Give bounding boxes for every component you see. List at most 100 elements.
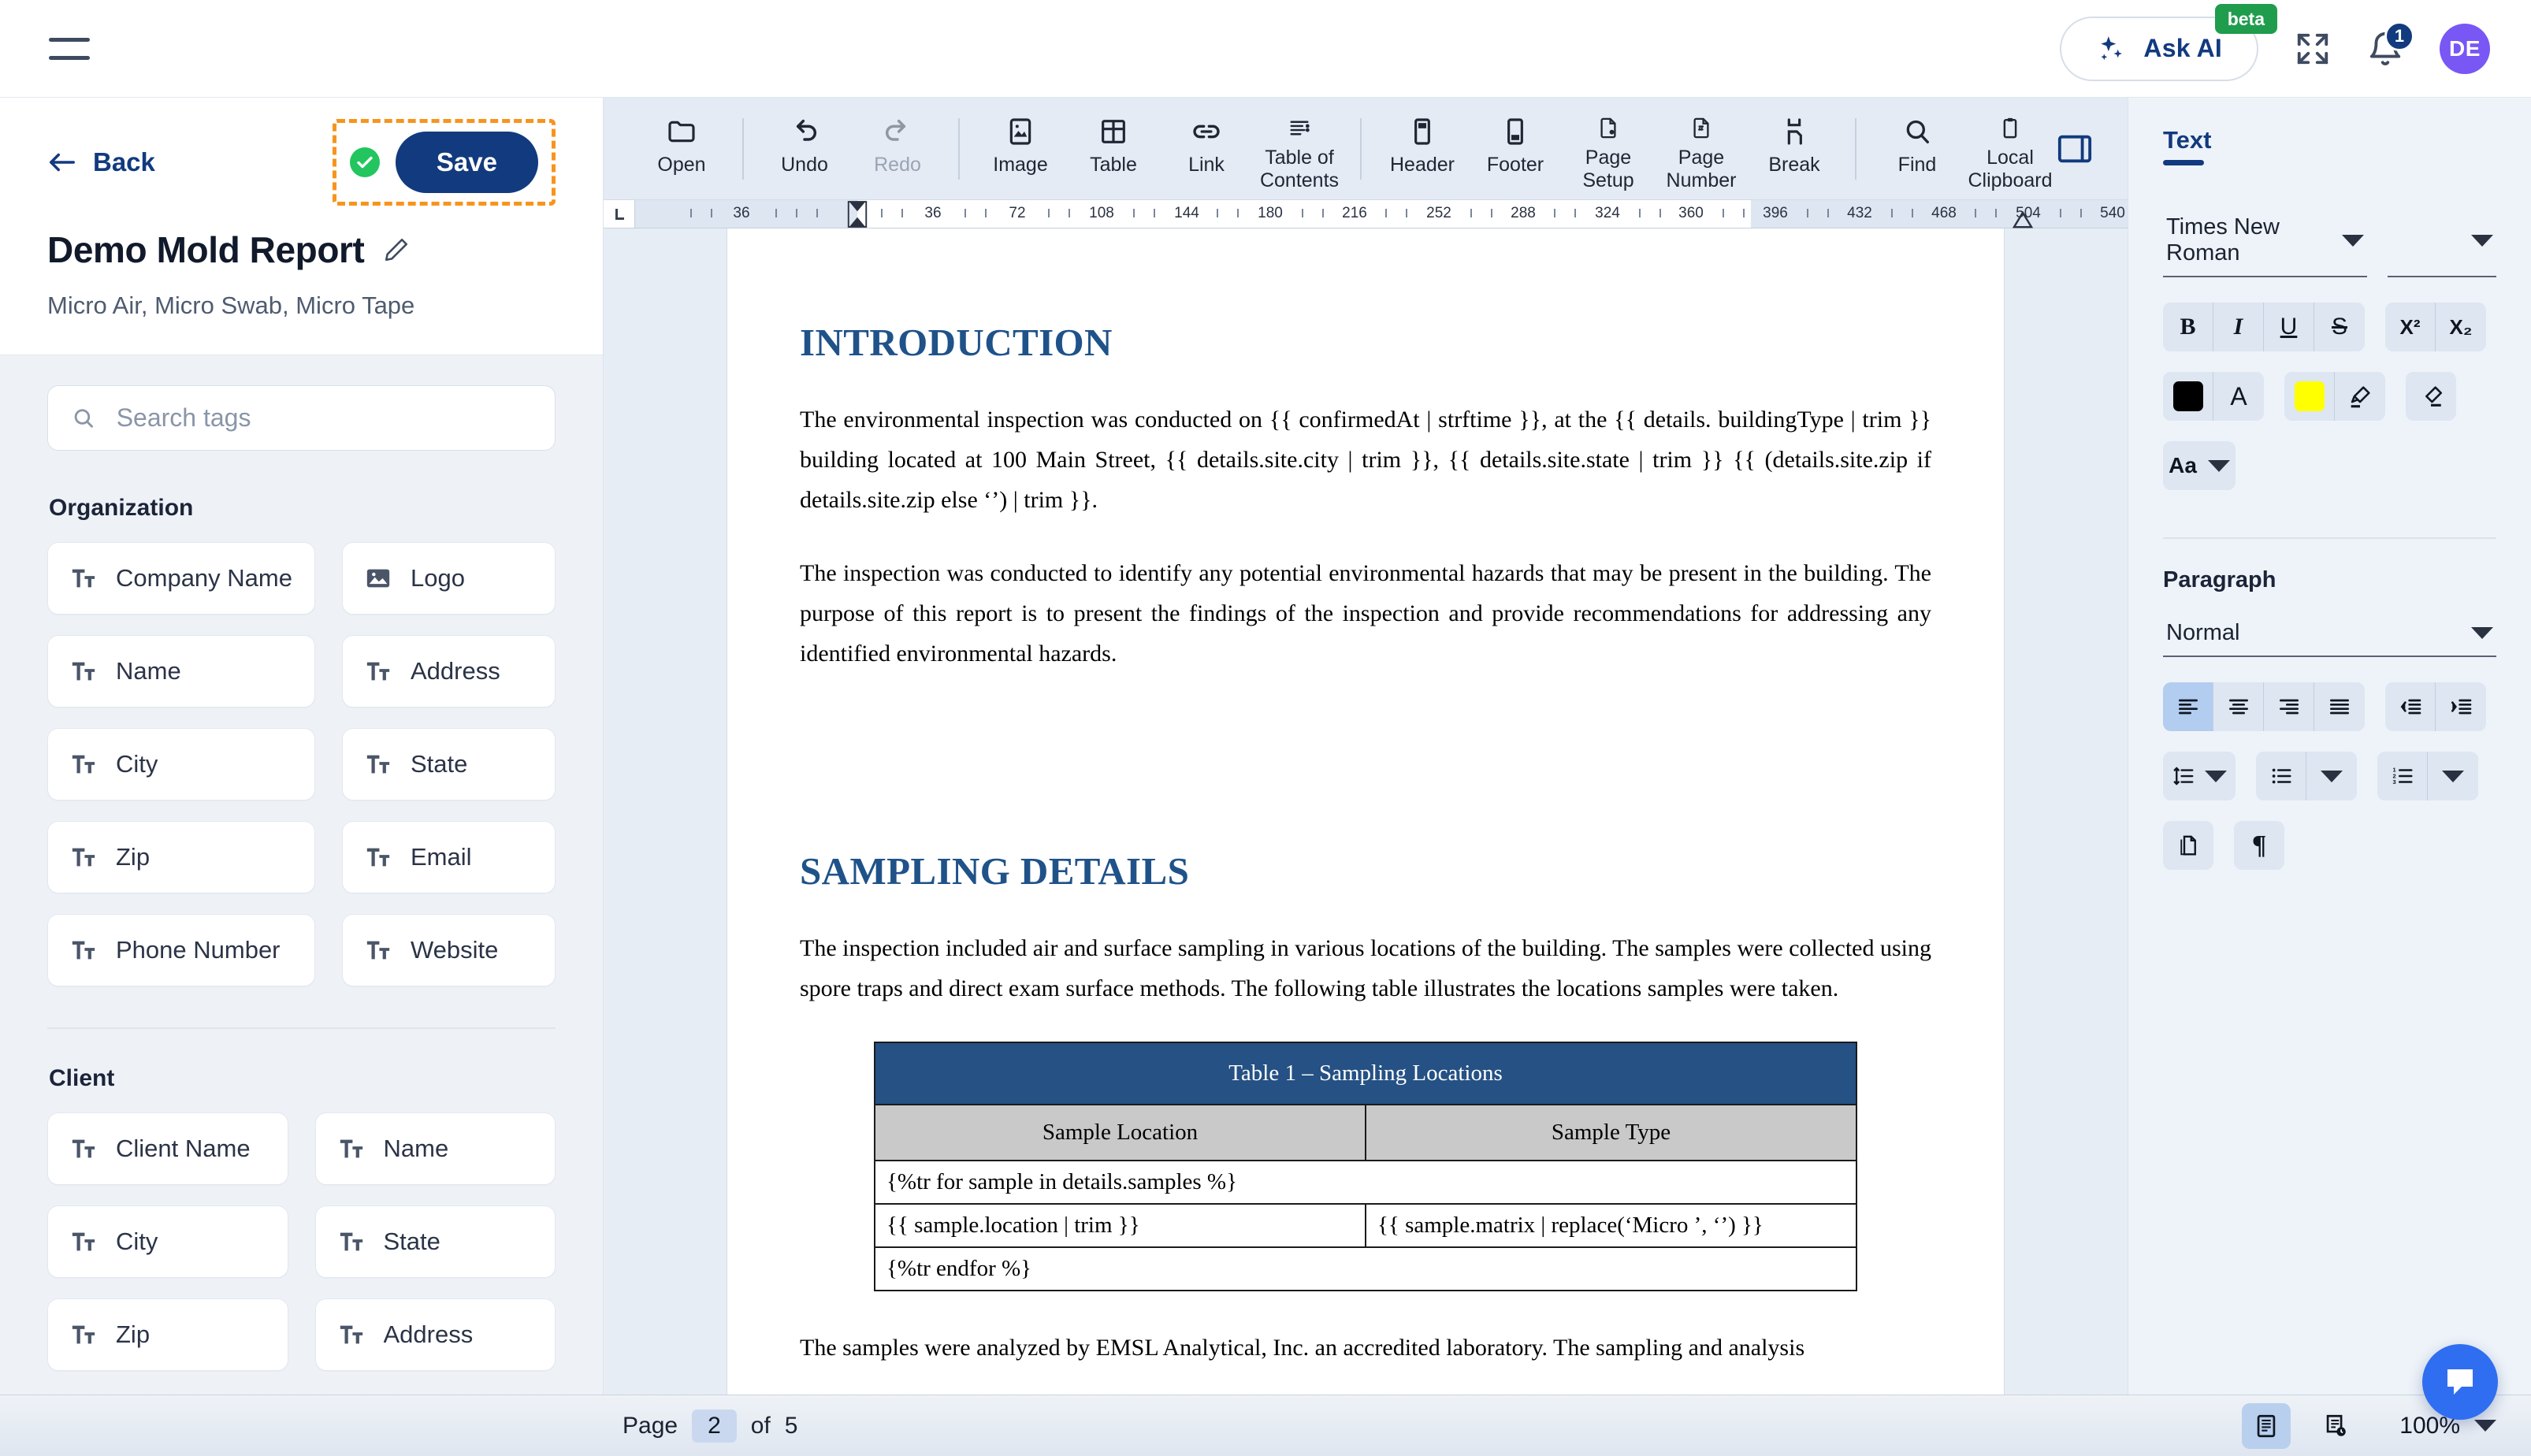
font-size-select[interactable] — [2387, 210, 2496, 277]
toolbar-page-number[interactable]: Page Number — [1655, 105, 1748, 193]
doc-paragraph: The inspection included air and surface … — [800, 935, 1931, 1001]
avatar[interactable]: DE — [2440, 23, 2490, 74]
tag-client-zip[interactable]: Zip — [47, 1298, 288, 1371]
toolbar-break[interactable]: Break — [1748, 105, 1841, 193]
bullet-list-options-button[interactable] — [2306, 752, 2357, 800]
pencil-icon[interactable] — [383, 236, 410, 263]
tag-client-contact-name[interactable]: Name — [314, 1112, 556, 1185]
save-button[interactable]: Save — [395, 132, 538, 193]
app-root: Ask AI beta 1 DE Back Save Demo Mold Rep… — [0, 0, 2531, 1456]
tag-label: Email — [410, 843, 472, 871]
toolbar-redo[interactable]: Redo — [851, 105, 944, 193]
ruler-origin-marker[interactable] — [604, 200, 635, 228]
subscript-button[interactable]: X₂ — [2436, 303, 2486, 351]
tag-label: Name — [383, 1135, 449, 1162]
toolbar-undo[interactable]: Undo — [758, 105, 851, 193]
align-left-button[interactable] — [2163, 682, 2213, 731]
back-button[interactable]: Back — [47, 147, 155, 177]
tag-company-name[interactable]: Company Name — [47, 542, 315, 615]
hamburger-icon[interactable] — [49, 33, 90, 65]
doc-table-sampling-locations[interactable]: Table 1 – Sampling Locations Sample Loca… — [874, 1042, 1857, 1291]
notifications-button[interactable]: 1 — [2367, 20, 2414, 67]
tag-city[interactable]: City — [47, 728, 315, 800]
doc-paragraph: The inspection was conducted to identify… — [800, 560, 1931, 667]
left-indent-marker[interactable] — [846, 200, 869, 228]
tag-zip[interactable]: Zip — [47, 821, 315, 893]
tag-logo[interactable]: Logo — [341, 542, 556, 615]
alignment-group — [2163, 682, 2365, 731]
page-view-button[interactable] — [2242, 1402, 2291, 1449]
tag-client-name[interactable]: Client Name — [47, 1112, 288, 1185]
font-family-select[interactable]: Times New Roman — [2163, 210, 2367, 277]
right-panel-toggle-icon[interactable] — [2057, 133, 2093, 165]
toolbar-page-setup[interactable]: Page Setup — [1562, 105, 1655, 193]
tab-text[interactable]: Text — [2163, 126, 2211, 165]
strikethrough-button[interactable]: S — [2314, 303, 2365, 351]
numbered-list-button[interactable]: 123 — [2377, 752, 2428, 800]
paragraph-style-select[interactable]: Normal — [2163, 615, 2496, 657]
toolbar-link[interactable]: Link — [1160, 105, 1253, 193]
toolbar-table[interactable]: Table — [1067, 105, 1160, 193]
table-cell: {{ sample.location | trim }} — [874, 1203, 1366, 1248]
document-canvas[interactable]: INTRODUCTION The environmental inspectio… — [604, 228, 2128, 1395]
ruler-number: 36 — [924, 205, 942, 221]
tag-client-state[interactable]: State — [314, 1205, 556, 1278]
bold-button[interactable]: B — [2163, 303, 2213, 351]
continuous-view-button[interactable] — [2311, 1403, 2360, 1449]
align-center-button[interactable] — [2213, 682, 2264, 731]
notification-count-badge: 1 — [2384, 20, 2414, 51]
ruler-number: 144 — [1174, 205, 1199, 221]
right-indent-marker[interactable] — [2013, 211, 2033, 228]
ruler-number: 108 — [1089, 205, 1114, 221]
tag-email[interactable]: Email — [341, 821, 556, 893]
tag-phone-number[interactable]: Phone Number — [47, 914, 315, 986]
italic-button[interactable]: I — [2213, 303, 2264, 351]
align-right-button[interactable] — [2264, 682, 2314, 731]
tag-state[interactable]: State — [341, 728, 556, 800]
toolbar-label: Local Clipboard — [1968, 146, 2053, 192]
toolbar-footer[interactable]: Footer — [1469, 105, 1562, 193]
align-justify-button[interactable] — [2314, 682, 2365, 731]
toolbar-table-of-contents[interactable]: Table of Contents — [1253, 105, 1346, 193]
font-color-picker-button[interactable]: A — [2213, 372, 2264, 421]
toolbar-image[interactable]: Image — [974, 105, 1067, 193]
group-title-client: Client — [49, 1065, 115, 1091]
text-case-button[interactable]: Aa — [2163, 441, 2236, 490]
toolbar-local-clipboard[interactable]: Local Clipboard — [1964, 105, 2057, 193]
app-body: Back Save Demo Mold Report Micro Air, Mi… — [0, 98, 2531, 1395]
numbered-list-options-button[interactable] — [2428, 752, 2478, 800]
search-tags-box[interactable] — [47, 385, 556, 451]
toolbar-find[interactable]: Find — [1871, 105, 1964, 193]
underline-button[interactable]: U — [2264, 303, 2314, 351]
tag-client-city[interactable]: City — [47, 1205, 288, 1278]
text-color-group: A — [2163, 372, 2264, 421]
insert-page-button[interactable] — [2163, 821, 2213, 870]
tag-website[interactable]: Website — [341, 914, 556, 986]
status-bar: Page 2 of 5 100% — [0, 1344, 2531, 1456]
toolbar-label: Header — [1390, 153, 1455, 176]
horizontal-ruler[interactable]: 36 36 72 108 144 180 216 252 288 324 360… — [604, 200, 2128, 228]
toolbar-header[interactable]: Header — [1376, 105, 1469, 193]
chat-button[interactable] — [2422, 1344, 2498, 1420]
tag-name[interactable]: Name — [47, 635, 315, 708]
highlight-color-swatch-button[interactable] — [2284, 372, 2335, 421]
page-number-input[interactable]: 2 — [692, 1409, 737, 1443]
superscript-button[interactable]: X² — [2385, 303, 2436, 351]
search-input[interactable] — [116, 403, 531, 433]
line-spacing-button[interactable] — [2163, 752, 2236, 800]
tag-client-address[interactable]: Address — [314, 1298, 556, 1371]
toolbar-open[interactable]: Open — [635, 105, 728, 193]
ruler-number: 216 — [1342, 205, 1367, 221]
font-family-value: Times New Roman — [2166, 214, 2280, 266]
clear-formatting-button[interactable] — [2406, 372, 2456, 421]
text-color-swatch-button[interactable] — [2163, 372, 2213, 421]
highlighter-button[interactable] — [2335, 372, 2385, 421]
numbered-list-icon: 123 — [2392, 767, 2412, 786]
fullscreen-button[interactable] — [2295, 31, 2331, 67]
increase-indent-button[interactable] — [2436, 682, 2486, 731]
decrease-indent-button[interactable] — [2385, 682, 2436, 731]
show-formatting-marks-button[interactable]: ¶ — [2234, 821, 2284, 870]
document-page[interactable]: INTRODUCTION The environmental inspectio… — [727, 228, 2004, 1395]
tag-address[interactable]: Address — [341, 635, 556, 708]
bullet-list-button[interactable] — [2256, 752, 2306, 800]
